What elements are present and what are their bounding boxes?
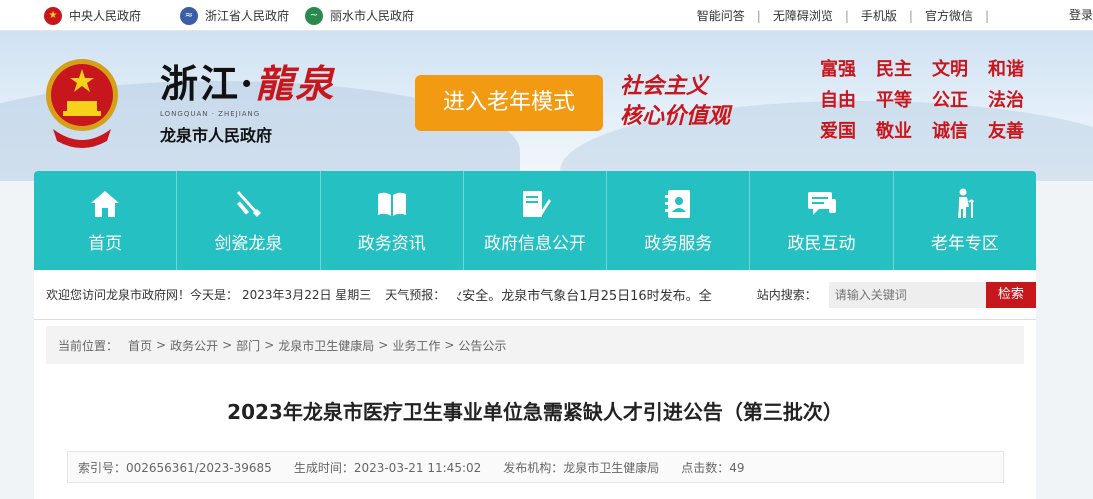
slogan-line: 核心价值观	[620, 103, 731, 129]
nav-item-sword-porcelain[interactable]: 剑瓷龙泉	[177, 171, 321, 270]
home-icon	[91, 191, 120, 217]
breadcrumb-item[interactable]: 公告公示	[458, 337, 506, 354]
contact-book-icon	[665, 190, 691, 218]
breadcrumb-separator: >	[156, 338, 167, 352]
nav-item-gov-service[interactable]: 政务服务	[607, 171, 751, 270]
search-input[interactable]	[828, 281, 986, 308]
gov-link-central[interactable]: ★ 中央人民政府	[44, 0, 141, 31]
core-value: 爱国	[820, 121, 856, 142]
core-value: 法治	[988, 90, 1024, 111]
link-accessibility[interactable]: 无障碍浏览	[773, 7, 833, 24]
breadcrumb-separator: >	[378, 338, 389, 352]
nav-item-home[interactable]: 首页	[34, 171, 178, 270]
main-nav: 首页 剑瓷龙泉 政务资讯 政府信息公开 政务服务 政民互动 老年专区	[34, 171, 1036, 270]
gov-link-label: 丽水市人民政府	[330, 9, 415, 23]
article-title: 2023年龙泉市医疗卫生事业单位急需紧缺人才引进公告（第三批次）	[227, 400, 843, 424]
top-utility-bar: ★ 中央人民政府 ≈ 浙江省人民政府 ~ 丽水市人民政府 智能问答 | 无障碍浏…	[0, 0, 1093, 31]
national-emblem-icon	[46, 59, 118, 148]
elder-mode-button[interactable]: 进入老年模式	[415, 75, 603, 131]
meta-index-no: 索引号：002656361/2023-39685	[78, 460, 272, 475]
nav-label: 政民互动	[787, 234, 856, 254]
meta-created-time: 生成时间：2023-03-21 11:45:02	[293, 460, 482, 475]
core-value: 敬业	[876, 121, 912, 142]
divider: |	[756, 8, 761, 23]
link-wechat[interactable]: 官方微信	[925, 7, 973, 24]
info-bar: 欢迎您访问龙泉市政府网！今天是： 2023年3月22日 星期三 天气预报： 火安…	[34, 270, 1036, 320]
chat-icon	[807, 192, 836, 215]
weather-marquee: 火安全。龙泉市气象台1月25日16时发布。全	[457, 285, 742, 304]
breadcrumb-item[interactable]: 龙泉市卫生健康局	[278, 337, 374, 354]
slogan-line: 社会主义	[620, 73, 709, 99]
article-panel: 当前位置： 首页 > 政务公开 > 部门 > 龙泉市卫生健康局 > 业务工作 >…	[34, 320, 1036, 499]
link-mobile[interactable]: 手机版	[861, 7, 897, 24]
site-name-title: 浙江·龍泉	[160, 61, 336, 106]
core-value: 诚信	[932, 121, 968, 142]
weather-text: 火安全。龙泉市气象台1月25日16时发布。全	[457, 289, 712, 304]
nav-item-info-disclosure[interactable]: 政府信息公开	[464, 171, 608, 270]
divider: |	[908, 8, 913, 23]
nav-label: 政务资讯	[357, 234, 426, 254]
book-icon	[377, 192, 406, 216]
breadcrumb-item[interactable]: 政务公开	[170, 337, 218, 354]
nav-label: 剑瓷龙泉	[214, 234, 283, 254]
link-smart-qa[interactable]: 智能问答	[697, 7, 745, 24]
current-date: 2023年3月22日 星期三	[242, 288, 372, 302]
breadcrumb-prefix: 当前位置：	[58, 338, 119, 353]
breadcrumb-item[interactable]: 业务工作	[392, 337, 440, 354]
site-pinyin: LONGQUAN · ZHEJIANG	[160, 110, 261, 118]
lishui-logo-icon: ~	[305, 6, 323, 25]
document-edit-icon	[522, 191, 551, 217]
site-logo[interactable]: 浙江·龍泉 LONGQUAN · ZHEJIANG 龙泉市人民政府	[160, 53, 335, 146]
breadcrumb-separator: >	[444, 338, 455, 352]
core-values-grid: 富强 民主 文明 和谐 自由 平等 公正 法治 爱国 敬业 诚信 友善	[820, 57, 1040, 144]
national-emblem-icon: ★	[44, 6, 62, 25]
gov-link-label: 浙江省人民政府	[205, 9, 290, 23]
core-value: 友善	[988, 121, 1024, 142]
search-button[interactable]: 检索	[985, 281, 1036, 308]
core-value: 民主	[876, 59, 912, 80]
site-name-cn: 龙泉市人民政府	[160, 126, 273, 145]
core-value: 公正	[932, 90, 968, 111]
nav-label: 政务服务	[644, 234, 713, 254]
meta-click-count: 点击数：49	[681, 460, 745, 475]
nav-item-gov-news[interactable]: 政务资讯	[321, 171, 464, 270]
nav-item-elder-zone[interactable]: 老年专区	[894, 171, 1036, 270]
core-value: 和谐	[988, 59, 1024, 80]
login-link[interactable]: 登录	[1069, 0, 1093, 31]
breadcrumb-item[interactable]: 首页	[128, 337, 152, 354]
gov-link-zhejiang[interactable]: ≈ 浙江省人民政府	[180, 0, 289, 31]
breadcrumb-separator: >	[222, 338, 233, 352]
gov-link-lishui[interactable]: ~ 丽水市人民政府	[305, 0, 414, 31]
core-values-slogan: 社会主义 核心价值观	[620, 71, 790, 131]
gov-link-label: 中央人民政府	[69, 9, 142, 23]
divider: |	[984, 8, 989, 23]
breadcrumb-item[interactable]: 部门	[236, 337, 260, 354]
search-label: 站内搜索：	[756, 288, 817, 302]
elder-icon	[957, 188, 974, 218]
weather-label: 天气预报：	[385, 288, 446, 302]
divider: |	[844, 8, 849, 23]
zhejiang-logo-icon: ≈	[180, 6, 198, 25]
core-value: 富强	[820, 59, 856, 80]
service-links: 智能问答 | 无障碍浏览 | 手机版 | 官方微信 |	[697, 0, 1001, 31]
nav-label: 首页	[88, 234, 123, 254]
nav-label: 政府信息公开	[483, 234, 586, 254]
nav-label: 老年专区	[930, 234, 999, 254]
sword-icon	[237, 191, 262, 217]
header-banner: 浙江·龍泉 LONGQUAN · ZHEJIANG 龙泉市人民政府 进入老年模式…	[0, 31, 1093, 181]
breadcrumb: 当前位置： 首页 > 政务公开 > 部门 > 龙泉市卫生健康局 > 业务工作 >…	[46, 326, 1024, 364]
core-value: 自由	[820, 90, 856, 111]
nav-item-interaction[interactable]: 政民互动	[750, 171, 894, 270]
meta-publisher: 发布机构：龙泉市卫生健康局	[503, 460, 660, 475]
welcome-text: 欢迎您访问龙泉市政府网！今天是：	[46, 288, 239, 302]
article-meta: 索引号：002656361/2023-39685 生成时间：2023-03-21…	[67, 451, 1004, 483]
breadcrumb-separator: >	[264, 338, 275, 352]
core-value: 文明	[932, 59, 968, 80]
core-value: 平等	[876, 90, 912, 111]
